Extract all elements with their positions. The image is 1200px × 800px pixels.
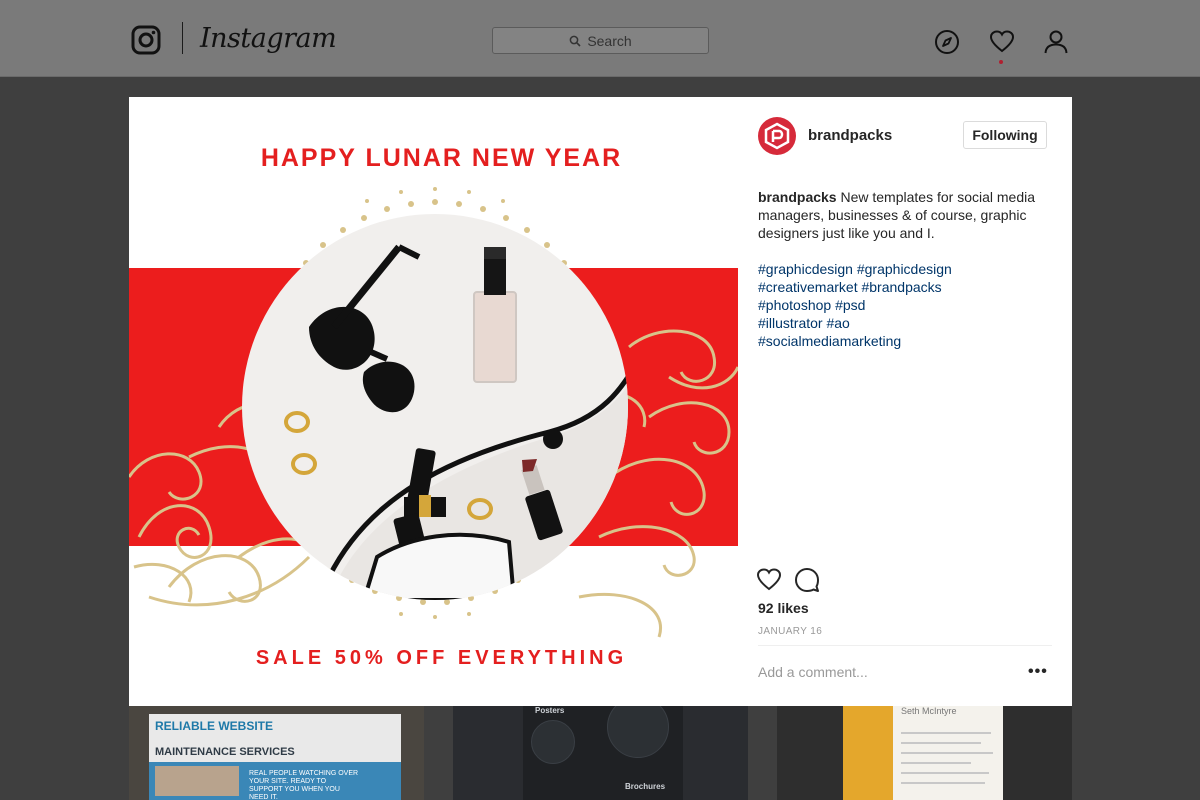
top-navigation: Instagram Search bbox=[0, 0, 1200, 77]
post-details-panel: brandpacks Following brandpacks New temp… bbox=[738, 97, 1072, 706]
post-modal: HAPPY LUNAR NEW YEAR SALE 50% OFF EVERYT… bbox=[129, 97, 1072, 706]
hashtag-link[interactable]: #socialmediamarketing bbox=[758, 332, 1058, 350]
more-options-button[interactable]: ••• bbox=[1028, 663, 1048, 681]
search-input[interactable]: Search bbox=[492, 27, 709, 54]
following-button[interactable]: Following bbox=[963, 121, 1047, 149]
lunar-new-year-artwork bbox=[129, 187, 738, 638]
flyer-subhead: MAINTENANCE SERVICES bbox=[155, 746, 295, 758]
add-comment-input[interactable]: Add a comment... bbox=[758, 664, 868, 680]
resume-document: Seth McIntyre bbox=[843, 706, 1003, 800]
brochures-label: Brochures bbox=[625, 782, 666, 791]
heart-icon[interactable] bbox=[989, 29, 1015, 55]
caption-username[interactable]: brandpacks bbox=[758, 189, 837, 205]
post-image-title: HAPPY LUNAR NEW YEAR bbox=[260, 144, 623, 172]
flyer-photo bbox=[155, 766, 239, 796]
resume-name: Seth McIntyre bbox=[901, 706, 957, 716]
hashtag-link[interactable]: #illustrator #ao bbox=[758, 314, 1058, 332]
hashtag-link[interactable]: #graphicdesign #graphicdesign bbox=[758, 260, 1058, 278]
hashtag-link[interactable]: #photoshop #psd bbox=[758, 296, 1058, 314]
like-heart-icon[interactable] bbox=[756, 567, 782, 593]
post-image[interactable]: HAPPY LUNAR NEW YEAR SALE 50% OFF EVERYT… bbox=[129, 97, 738, 706]
notification-dot bbox=[999, 60, 1003, 64]
search-icon bbox=[569, 35, 581, 47]
search-placeholder: Search bbox=[587, 32, 632, 49]
background-post-grid: RELIABLE WEBSITE MAINTENANCE SERVICES RE… bbox=[129, 706, 1072, 800]
comment-divider bbox=[758, 645, 1052, 646]
brochure-panel: Posters Brochures bbox=[523, 706, 683, 800]
nav-divider bbox=[182, 22, 183, 54]
grid-tile[interactable]: Seth McIntyre bbox=[777, 706, 1072, 800]
comment-icon[interactable] bbox=[794, 567, 820, 593]
instagram-glyph-icon[interactable] bbox=[131, 25, 161, 55]
hashtag-link[interactable]: #creativemarket #brandpacks bbox=[758, 278, 1058, 296]
grid-tile[interactable]: Posters Brochures bbox=[453, 706, 748, 800]
compass-icon[interactable] bbox=[934, 29, 960, 55]
website-maintenance-flyer: RELIABLE WEBSITE MAINTENANCE SERVICES RE… bbox=[149, 714, 401, 800]
profile-icon[interactable] bbox=[1043, 29, 1069, 55]
resume-line bbox=[901, 772, 989, 774]
likes-count[interactable]: 92 likes bbox=[758, 600, 809, 616]
resume-sidebar bbox=[843, 706, 893, 800]
post-date: JANUARY 16 bbox=[758, 626, 823, 637]
resume-line bbox=[901, 782, 985, 784]
post-username[interactable]: brandpacks bbox=[808, 127, 892, 144]
resume-line bbox=[901, 762, 971, 764]
post-image-sale-text: SALE 50% OFF EVERYTHING bbox=[255, 647, 628, 669]
map-icon bbox=[607, 706, 669, 758]
brandpacks-logo-icon bbox=[764, 122, 790, 150]
clipboard-icon bbox=[531, 720, 575, 764]
instagram-wordmark[interactable]: Instagram bbox=[200, 22, 337, 56]
resume-line bbox=[901, 742, 981, 744]
hashtag-list: #graphicdesign #graphicdesign #creativem… bbox=[758, 260, 1058, 350]
resume-line bbox=[901, 752, 993, 754]
flyer-headline: RELIABLE WEBSITE bbox=[155, 719, 274, 733]
posters-label: Posters bbox=[535, 706, 565, 715]
grid-tile[interactable]: RELIABLE WEBSITE MAINTENANCE SERVICES RE… bbox=[129, 706, 424, 800]
post-caption: brandpacks New templates for social medi… bbox=[758, 188, 1058, 242]
flyer-note: REAL PEOPLE WATCHING OVER YOUR SITE. REA… bbox=[249, 770, 359, 800]
resume-line bbox=[901, 732, 991, 734]
avatar[interactable] bbox=[758, 117, 796, 155]
